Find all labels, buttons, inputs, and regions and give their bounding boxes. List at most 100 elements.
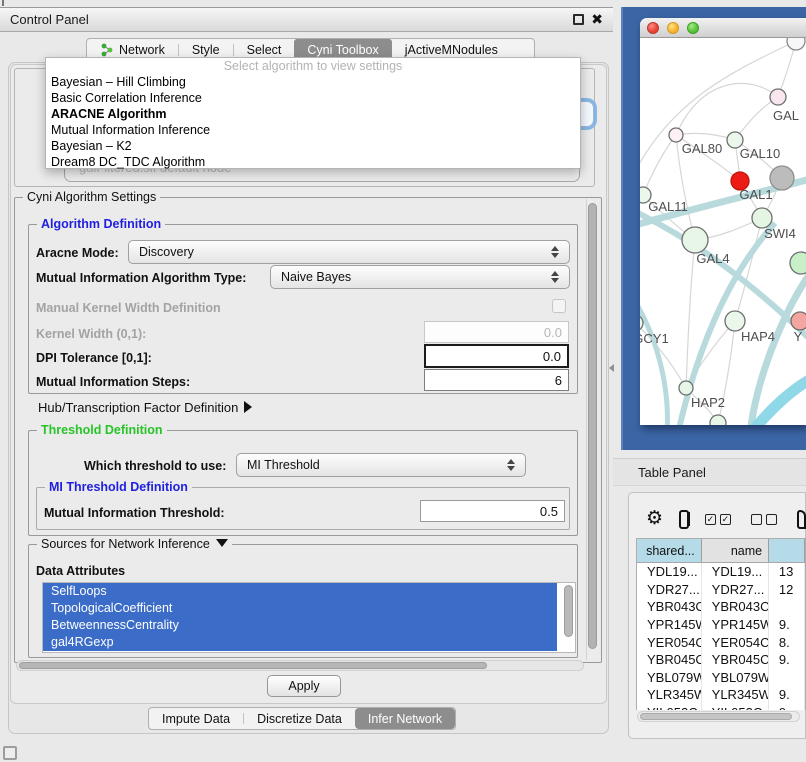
mi-steps-field[interactable]: 6 xyxy=(424,369,569,391)
table-row[interactable]: YER054CYER054C8. xyxy=(637,633,805,651)
manual-kernel-checkbox[interactable] xyxy=(552,299,566,313)
zoom-traffic-light-icon[interactable] xyxy=(687,22,699,34)
algorithm-option[interactable]: Dream8 DC_TDC Algorithm xyxy=(46,154,580,170)
splitter-grip-icon[interactable] xyxy=(609,364,614,372)
algorithm-definition-title: Algorithm Definition xyxy=(37,217,165,232)
minimize-traffic-light-icon[interactable] xyxy=(667,22,679,34)
settings-vertical-scrollbar[interactable] xyxy=(586,199,598,660)
attribute-item[interactable]: SelfLoops xyxy=(43,583,557,600)
attribute-item[interactable]: TopologicalCoefficient xyxy=(43,600,557,617)
network-node[interactable] xyxy=(725,311,745,331)
close-icon[interactable]: ✖ xyxy=(591,14,603,25)
sources-title[interactable]: Sources for Network Inference xyxy=(37,537,232,552)
dpi-tolerance-value: 0.0 xyxy=(543,349,561,364)
table-row[interactable]: YBL079WYBL079W xyxy=(637,669,805,687)
network-node[interactable] xyxy=(770,89,786,105)
close-traffic-light-icon[interactable] xyxy=(647,22,659,34)
combo-stepper-icon xyxy=(551,271,559,283)
which-threshold-combo[interactable]: MI Threshold xyxy=(236,453,526,477)
panel-title: Control Panel xyxy=(10,12,89,27)
attribute-item[interactable]: gal4RGexp xyxy=(43,634,557,651)
dpi-tolerance-label: DPI Tolerance [0,1]: xyxy=(36,351,152,365)
table-panel-title: Table Panel xyxy=(638,465,706,480)
algorithm-option[interactable]: Basic Correlation Inference xyxy=(46,90,580,106)
table-cell: YDL19... xyxy=(702,563,769,581)
network-node[interactable] xyxy=(790,252,806,274)
collapsed-panel-icon[interactable] xyxy=(3,746,17,760)
table-row[interactable]: YIL052CYIL052C9. xyxy=(637,704,805,710)
bottom-tab-impute-data[interactable]: Impute Data xyxy=(149,708,243,729)
checked-boxes-icon[interactable]: ✓✓ xyxy=(705,514,735,525)
table-cell: 13 xyxy=(769,563,805,581)
network-node-label: GAL4 xyxy=(696,251,729,266)
hub-definition-label: Hub/Transcription Factor Definition xyxy=(38,400,238,415)
network-node[interactable] xyxy=(710,415,726,425)
table-row[interactable]: YBR045CYBR045C9. xyxy=(637,651,805,669)
network-node[interactable] xyxy=(682,227,708,253)
table-cell: 9. xyxy=(769,704,805,710)
hub-definition-toggle[interactable]: Hub/Transcription Factor Definition xyxy=(38,400,252,415)
table-row[interactable]: YDL19...YDL19...13 xyxy=(637,563,805,581)
network-node[interactable] xyxy=(787,38,805,50)
table-row[interactable]: YBR043CYBR043C xyxy=(637,598,805,616)
algorithm-option[interactable]: ARACNE Algorithm xyxy=(46,106,580,122)
data-attributes-list[interactable]: SelfLoopsTopologicalCoefficientBetweenne… xyxy=(42,582,576,653)
network-node[interactable] xyxy=(752,208,772,228)
table-toolbar: ⚙ ✓✓ xyxy=(636,504,806,534)
dpi-tolerance-field[interactable]: 0.0 xyxy=(424,344,569,368)
settings-horizontal-scrollbar[interactable] xyxy=(16,660,584,671)
unchecked-boxes-icon[interactable] xyxy=(751,514,781,525)
table-cell xyxy=(769,669,805,687)
network-node[interactable] xyxy=(770,166,794,190)
table-cell: 9. xyxy=(769,686,805,704)
bottom-tab-infer-network[interactable]: Infer Network xyxy=(355,708,455,729)
network-node-label: GAL80 xyxy=(682,141,722,156)
mi-threshold-field[interactable]: 0.5 xyxy=(420,500,565,522)
apply-label: Apply xyxy=(288,679,319,693)
document-icon[interactable] xyxy=(797,510,806,529)
mi-steps-value: 6 xyxy=(555,373,562,388)
network-edges-thick xyxy=(640,178,806,425)
network-node-label: GCY1 xyxy=(640,331,669,346)
table-cell: YIL052C xyxy=(637,704,702,710)
algorithm-option[interactable]: Bayesian – K2 xyxy=(46,138,580,154)
column-header-partial[interactable] xyxy=(769,539,805,562)
network-node[interactable] xyxy=(791,312,806,330)
table-cell: YBL079W xyxy=(637,669,702,687)
list-scrollbar[interactable] xyxy=(564,585,573,637)
tab-label: jActiveMNodules xyxy=(405,43,498,57)
manual-kernel-label: Manual Kernel Width Definition xyxy=(36,301,221,315)
column-header-shared...[interactable]: shared... xyxy=(637,539,702,562)
table-horizontal-scrollbar[interactable] xyxy=(637,711,800,722)
data-attributes-label: Data Attributes xyxy=(36,564,125,578)
bottom-tab-discretize-data[interactable]: Discretize Data xyxy=(244,708,355,729)
mi-type-label: Mutual Information Algorithm Type: xyxy=(36,271,246,285)
split-pane-icon[interactable] xyxy=(679,510,689,529)
table-cell: YLR345W xyxy=(702,686,769,704)
table-cell: YER054C xyxy=(702,633,769,651)
mi-type-combo[interactable]: Naive Bayes xyxy=(270,265,570,289)
network-canvas[interactable]: GALGAL80GAL10GAL1GAL11SWI4GAL4GCY1HAP4YH… xyxy=(640,38,806,425)
gear-icon[interactable]: ⚙ xyxy=(646,509,663,529)
aracne-mode-combo[interactable]: Discovery xyxy=(128,240,570,264)
column-header-name[interactable]: name xyxy=(702,539,769,562)
algorithm-option[interactable]: Bayesian – Hill Climbing xyxy=(46,74,580,90)
table-row[interactable]: YLR345WYLR345W9. xyxy=(637,686,805,704)
table-row[interactable]: YDR27...YDR27...12 xyxy=(637,581,805,599)
network-node[interactable] xyxy=(679,381,693,395)
float-panel-icon[interactable] xyxy=(573,14,584,25)
table-row[interactable]: YPR145WYPR145W9. xyxy=(637,616,805,634)
apply-button[interactable]: Apply xyxy=(267,675,341,697)
which-threshold-label: Which threshold to use: xyxy=(84,459,226,473)
kernel-width-field[interactable]: 0.0 xyxy=(424,321,569,343)
network-window-titlebar[interactable] xyxy=(640,18,806,38)
network-node[interactable] xyxy=(669,128,683,142)
algorithm-option[interactable]: Mutual Information Inference xyxy=(46,122,580,138)
attribute-item[interactable]: BetweennessCentrality xyxy=(43,617,557,634)
popup-prompt: Select algorithm to view settings xyxy=(46,58,580,74)
table-cell: YBR045C xyxy=(702,651,769,669)
network-node-label: SWI4 xyxy=(764,226,796,241)
table-cell: 12 xyxy=(769,581,805,599)
table-cell: 9. xyxy=(769,616,805,634)
table-cell: YBR045C xyxy=(637,651,702,669)
